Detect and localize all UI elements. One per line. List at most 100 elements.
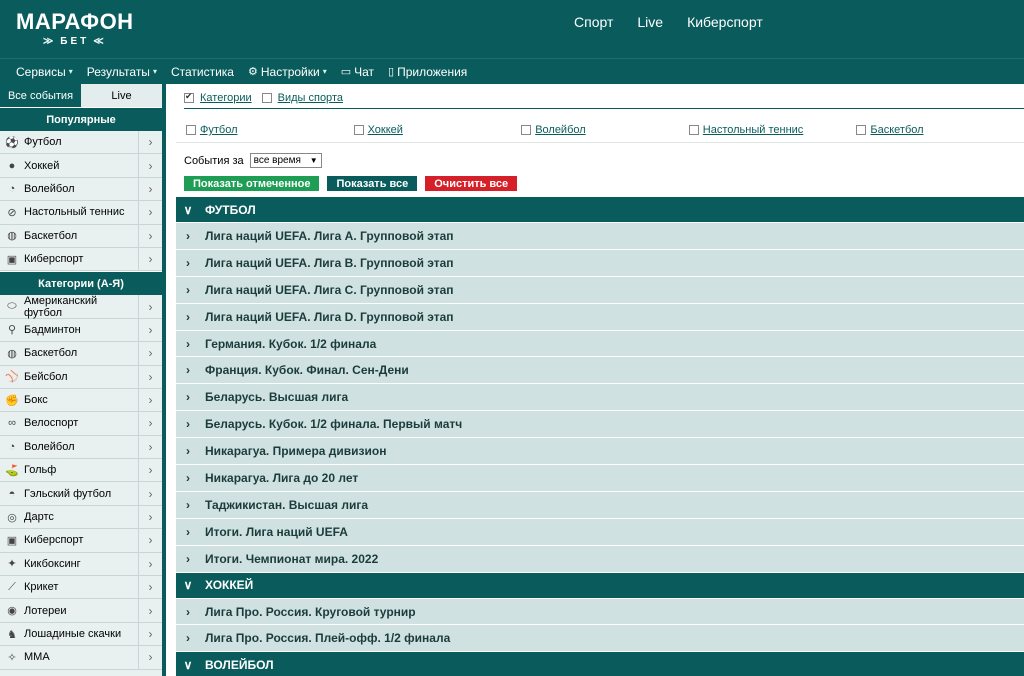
chevron-right-icon[interactable]: › <box>138 201 162 224</box>
categories-section-title: Категории (А-Я) <box>0 271 162 296</box>
category-header[interactable]: ∨ ХОККЕЙ <box>176 572 1024 599</box>
sidebar-item[interactable]: ▣ Киберспорт › <box>0 529 162 553</box>
league-title: Никарагуа. Лига до 20 лет <box>205 470 359 485</box>
sidebar-item[interactable]: ⚽ Футбол › <box>0 131 162 155</box>
sidebar-item[interactable]: ⛳ Гольф › <box>0 459 162 483</box>
sidebar-item[interactable]: ✧ MMA › <box>0 646 162 670</box>
chevron-right-icon[interactable]: › <box>138 435 162 459</box>
chevron-right-icon[interactable]: › <box>138 342 162 365</box>
league-row[interactable]: › Итоги. Чемпионат мира. 2022 <box>176 545 1024 573</box>
sidebar-item[interactable]: ◍ Баскетбол › <box>0 342 162 366</box>
period-select[interactable]: все время ▼ <box>249 153 322 168</box>
chevron-right-icon[interactable]: › <box>138 295 162 318</box>
top-nav-live[interactable]: Live <box>637 14 663 30</box>
subnav-item-4[interactable]: ▭ Чат <box>341 65 374 79</box>
sport-filter-label[interactable]: Волейбол <box>535 124 586 136</box>
league-row[interactable]: › Никарагуа. Лига до 20 лет <box>176 465 1024 492</box>
league-row[interactable]: › Беларусь. Высшая лига <box>176 384 1024 412</box>
chevron-right-icon[interactable]: › <box>138 646 162 669</box>
chevron-right-icon: › <box>186 390 190 405</box>
chevron-right-icon[interactable]: › <box>138 482 162 505</box>
league-row[interactable]: › Лига Про. Россия. Круговой турнир <box>176 598 1024 626</box>
sidebar-item[interactable]: ● Хоккей › <box>0 154 162 178</box>
chevron-right-icon[interactable]: › <box>138 505 162 529</box>
logo[interactable]: МАРАФОН ≫ БЕТ ≪ <box>16 10 134 48</box>
sidebar-item[interactable]: ◍ Баскетбол › <box>0 224 162 248</box>
sport-checkbox[interactable] <box>353 125 364 135</box>
bicycle-icon: ∞ <box>8 417 16 430</box>
sport-checkbox[interactable] <box>688 125 699 135</box>
sidebar-item[interactable]: ◎ Дартс › <box>0 505 162 530</box>
subnav-item-3[interactable]: ⚙ Настройки ▾ <box>248 65 327 79</box>
chevron-right-icon: › <box>186 309 190 324</box>
sidebar-item[interactable]: ▣ Киберспорт › <box>0 247 162 272</box>
sidebar-item[interactable]: ⟋ Крикет › <box>0 576 162 600</box>
chevron-right-icon[interactable]: › <box>138 412 162 435</box>
league-row[interactable]: › Лига наций UEFA. Лига D. Групповой этап <box>176 303 1024 331</box>
sport-filter-label[interactable]: Настольный теннис <box>703 124 804 136</box>
tab-live[interactable]: Live <box>81 84 162 107</box>
chevron-right-icon[interactable]: › <box>138 177 162 201</box>
sport-checkbox[interactable] <box>856 125 867 135</box>
league-row[interactable]: › Франция. Кубок. Финал. Сен-Дени <box>176 357 1024 385</box>
chevron-right-icon[interactable]: › <box>138 365 162 388</box>
sports-link[interactable]: Виды спорта <box>278 92 343 104</box>
league-title: Беларусь. Высшая лига <box>205 390 349 405</box>
sports-checkbox[interactable] <box>261 93 272 103</box>
league-row[interactable]: › Беларусь. Кубок. 1/2 финала. Первый мат… <box>176 411 1024 439</box>
subnav-item-1[interactable]: Результаты ▾ <box>87 65 157 79</box>
chevron-right-icon[interactable]: › <box>138 131 162 154</box>
league-row[interactable]: › Лига наций UEFA. Лига C. Групповой этап <box>176 276 1024 304</box>
tab-all-events[interactable]: Все события <box>0 84 81 107</box>
sidebar-item[interactable]: ◔ Волейбол › <box>0 435 162 460</box>
league-row[interactable]: › Никарагуа. Примера дивизион <box>176 438 1024 466</box>
league-row[interactable]: › Лига наций UEFA. Лига A. Групповой этап <box>176 223 1024 250</box>
category-header[interactable]: ∨ ВОЛЕЙБОЛ <box>176 652 1024 676</box>
sport-filter-label[interactable]: Футбол <box>200 124 238 136</box>
chevron-right-icon[interactable]: › <box>138 154 162 177</box>
league-row[interactable]: › Итоги. Лига наций UEFA <box>176 518 1024 546</box>
clear-all-button[interactable]: Очистить все <box>425 176 518 191</box>
sidebar-item[interactable]: ✊ Бокс › <box>0 388 162 413</box>
chevron-right-icon[interactable]: › <box>138 622 162 646</box>
subnav-item-0[interactable]: Сервисы ▾ <box>16 65 73 79</box>
chevron-right-icon[interactable]: › <box>138 318 162 342</box>
league-row[interactable]: › Лига Про. Россия. Плей-офф. 1/2 финала <box>176 625 1024 653</box>
chevron-right-icon[interactable]: › <box>138 224 162 247</box>
league-row[interactable]: › Таджикистан. Высшая лига <box>176 491 1024 519</box>
categories-link[interactable]: Категории <box>200 92 252 104</box>
sidebar-item-label: Дартс <box>24 511 54 524</box>
sidebar-item[interactable]: ◉ Лотереи › <box>0 599 162 623</box>
sidebar-item[interactable]: ∞ Велоспорт › <box>0 412 162 436</box>
sidebar-item[interactable]: ◔ Волейбол › <box>0 177 162 202</box>
league-row[interactable]: › Германия. Кубок. 1/2 финала <box>176 330 1024 358</box>
top-nav-esports[interactable]: Киберспорт <box>687 14 763 30</box>
chevron-right-icon[interactable]: › <box>138 459 162 482</box>
sidebar-item[interactable]: ◓ Гэльский футбол › <box>0 482 162 506</box>
show-all-button[interactable]: Показать все <box>327 176 418 191</box>
sidebar-item[interactable]: ✦ Кикбоксинг › <box>0 552 162 577</box>
category-header[interactable]: ∨ ФУТБОЛ <box>176 197 1024 223</box>
sidebar-item[interactable]: ⬭ Американский футбол › <box>0 295 162 319</box>
sidebar-item[interactable]: ♞ Лошадиные скачки › <box>0 622 162 647</box>
sidebar-item[interactable]: ⚾ Бейсбол › <box>0 365 162 389</box>
chevron-right-icon[interactable]: › <box>138 599 162 622</box>
categories-checkbox[interactable] <box>184 91 194 103</box>
subnav-item-2[interactable]: Статистика <box>171 65 234 79</box>
sport-checkbox[interactable] <box>186 125 196 135</box>
chevron-right-icon[interactable]: › <box>138 576 162 599</box>
league-title: Никарагуа. Примера дивизион <box>205 444 387 459</box>
sidebar-item[interactable]: ⚲ Бадминтон › <box>0 318 162 343</box>
sport-filter-label[interactable]: Хоккей <box>368 124 403 136</box>
sport-checkbox[interactable] <box>521 125 532 135</box>
chevron-right-icon[interactable]: › <box>138 247 162 271</box>
league-row[interactable]: › Лига наций UEFA. Лига B. Групповой этап <box>176 249 1024 277</box>
top-nav-sport[interactable]: Спорт <box>574 14 613 30</box>
subnav-item-5[interactable]: ▯ Приложения <box>388 65 467 79</box>
show-marked-button[interactable]: Показать отмеченное <box>184 176 320 191</box>
chevron-right-icon[interactable]: › <box>138 388 162 412</box>
chevron-right-icon[interactable]: › <box>138 529 162 552</box>
chevron-right-icon[interactable]: › <box>138 552 162 576</box>
sport-filter-label[interactable]: Баскетбол <box>870 124 923 136</box>
sidebar-item[interactable]: ⊘ Настольный теннис › <box>0 201 162 225</box>
